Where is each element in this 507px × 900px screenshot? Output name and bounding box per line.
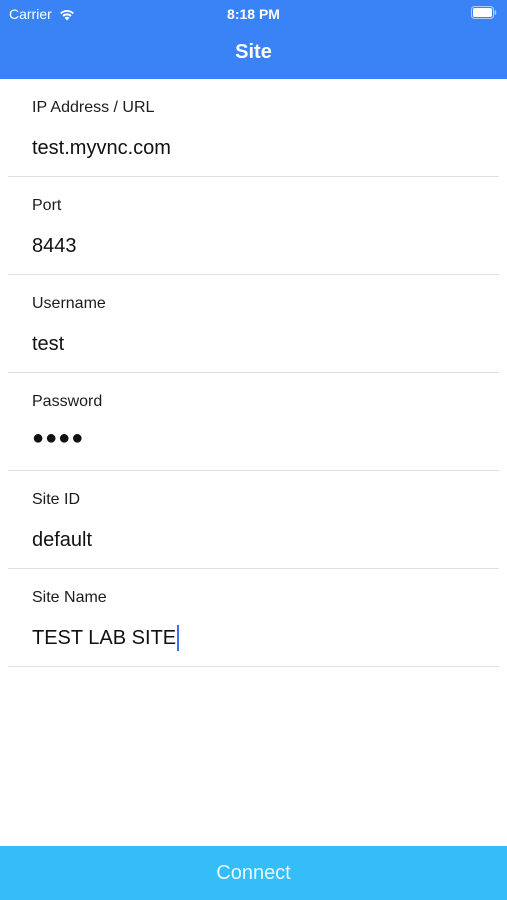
site-form: IP Address / URL test.myvnc.com Port 844… bbox=[0, 79, 507, 667]
site-id-input[interactable]: default bbox=[32, 527, 92, 553]
site-name-field: Site Name TEST LAB SITE bbox=[0, 569, 507, 667]
password-field: Password ●●●● bbox=[0, 373, 507, 471]
site-name-label: Site Name bbox=[32, 589, 107, 606]
password-input[interactable]: ●●●● bbox=[32, 425, 84, 451]
site-name-value: TEST LAB SITE bbox=[32, 627, 177, 649]
connect-button[interactable]: Connect bbox=[0, 846, 507, 900]
port-input[interactable]: 8443 bbox=[32, 233, 77, 259]
text-cursor bbox=[177, 625, 180, 651]
port-label: Port bbox=[32, 197, 62, 214]
status-time: 8:18 PM bbox=[227, 6, 280, 22]
site-id-label: Site ID bbox=[32, 491, 81, 508]
ip-address-label: IP Address / URL bbox=[32, 99, 155, 116]
username-label: Username bbox=[32, 295, 106, 312]
ip-address-field: IP Address / URL test.myvnc.com bbox=[0, 79, 507, 177]
username-field: Username test bbox=[0, 275, 507, 373]
status-bar: Carrier 8:18 PM bbox=[0, 0, 507, 28]
ip-address-input[interactable]: test.myvnc.com bbox=[32, 135, 171, 161]
site-id-field: Site ID default bbox=[0, 471, 507, 569]
password-label: Password bbox=[32, 393, 103, 410]
site-name-input[interactable]: TEST LAB SITE bbox=[32, 625, 180, 651]
navigation-bar: Carrier 8:18 PM Site bbox=[0, 0, 507, 79]
divider bbox=[8, 666, 499, 667]
port-field: Port 8443 bbox=[0, 177, 507, 275]
username-input[interactable]: test bbox=[32, 331, 64, 357]
battery-icon bbox=[471, 6, 497, 19]
page-title: Site bbox=[235, 41, 272, 63]
